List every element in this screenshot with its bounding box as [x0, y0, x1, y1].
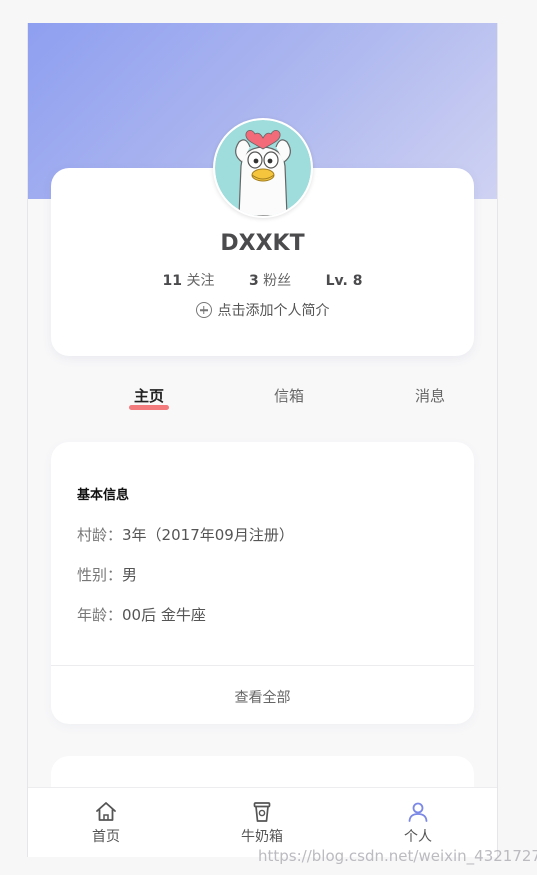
age-label: 年龄：: [77, 606, 123, 624]
village-age-row: 村龄：3年（2017年09月注册）: [77, 524, 294, 545]
following-label: 关注: [186, 273, 215, 289]
nav-personal-label: 个人: [404, 829, 432, 845]
profile-tabs: 主页 信箱 消息: [51, 385, 474, 415]
fans-stat[interactable]: 3 粉丝: [249, 270, 291, 290]
level-badge: Lv. 8: [325, 273, 363, 289]
fans-count: 3: [248, 273, 259, 289]
person-icon: [408, 802, 428, 822]
nav-personal[interactable]: 个人: [373, 800, 463, 846]
profile-screen: DXXKT 11 关注 3 粉丝 Lv. 8 点击添加个人简介 主页 信箱 消息…: [27, 23, 498, 857]
age-value: 00后 金牛座: [122, 606, 206, 624]
add-bio-label: 点击添加个人简介: [217, 303, 330, 319]
fans-label: 粉丝: [263, 273, 292, 289]
tab-home[interactable]: 主页: [99, 385, 199, 410]
home-icon: [96, 802, 116, 821]
village-age-value: 3年（2017年09月注册）: [122, 526, 294, 544]
avatar[interactable]: [213, 118, 313, 218]
level-stat: Lv. 8: [326, 273, 363, 289]
profile-stats: 11 关注 3 粉丝 Lv. 8: [51, 270, 474, 290]
following-stat[interactable]: 11 关注: [163, 270, 215, 290]
view-all-button[interactable]: 查看全部: [51, 687, 474, 707]
gender-value: 男: [122, 566, 138, 584]
basic-info-card: 基本信息 村龄：3年（2017年09月注册） 性别：男 年龄：00后 金牛座 查…: [51, 442, 474, 724]
info-divider: [51, 665, 474, 666]
village-age-label: 村龄：: [77, 526, 123, 544]
tab-mailbox[interactable]: 信箱: [239, 385, 339, 406]
tab-mailbox-label: 信箱: [273, 387, 304, 405]
gender-label: 性别：: [77, 566, 123, 584]
tab-messages[interactable]: 消息: [380, 385, 480, 406]
age-row: 年龄：00后 金牛座: [77, 604, 206, 625]
nav-home-label: 首页: [92, 829, 120, 845]
tab-messages-label: 消息: [414, 387, 445, 405]
nav-home[interactable]: 首页: [61, 800, 151, 846]
tab-home-label: 主页: [133, 387, 164, 405]
following-count: 11: [162, 273, 183, 289]
add-circle-icon: [195, 302, 212, 318]
watermark: https://blog.csdn.net/weixin_43217271: [258, 847, 537, 865]
username: DXXKT: [220, 231, 305, 256]
nav-milk-box[interactable]: 牛奶箱: [217, 800, 307, 846]
add-bio-button[interactable]: 点击添加个人简介: [51, 300, 474, 320]
gender-row: 性别：男: [77, 564, 137, 585]
nav-milk-box-label: 牛奶箱: [241, 829, 283, 845]
basic-info-title: 基本信息: [77, 488, 130, 503]
milk-cup-icon: [253, 802, 271, 822]
penguin-heart-avatar-icon: [215, 120, 311, 216]
active-tab-indicator: [129, 405, 169, 410]
